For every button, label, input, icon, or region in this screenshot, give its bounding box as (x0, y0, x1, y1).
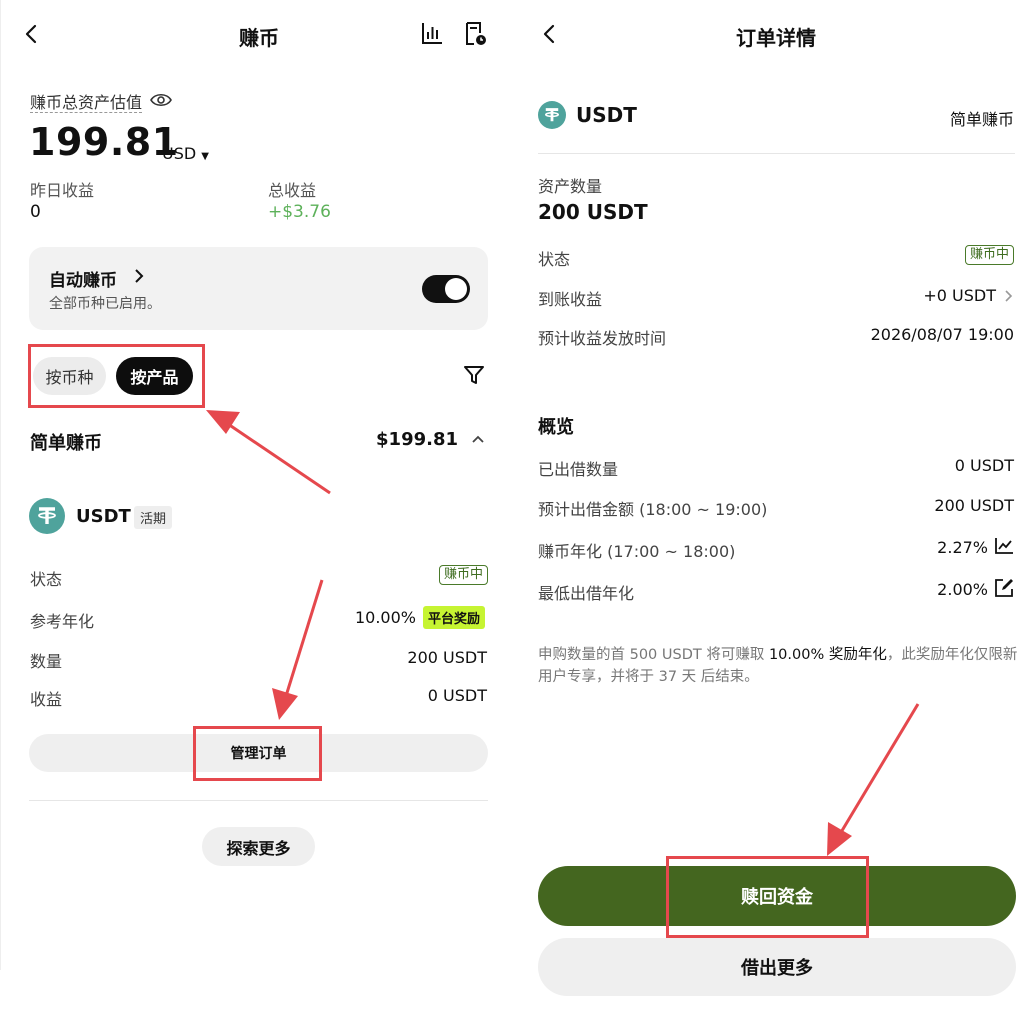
arrow-to-tabs (206, 410, 331, 495)
arrow-to-manage (272, 579, 324, 720)
annotation-arrows (206, 410, 920, 856)
arrow-to-redeem (827, 703, 920, 856)
